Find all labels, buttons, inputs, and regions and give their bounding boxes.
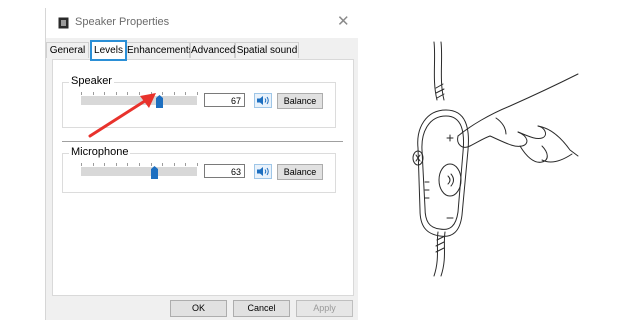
speaker-properties-icon: [58, 17, 69, 29]
usb-headset-remote-illustration: [412, 41, 579, 277]
speaker-volume-icon[interactable]: [254, 93, 272, 108]
slider-tick: [116, 163, 117, 166]
ok-button[interactable]: OK: [170, 300, 227, 317]
apply-button[interactable]: Apply: [296, 300, 353, 317]
microphone-level-value[interactable]: 63: [204, 164, 245, 178]
tab-enhancements[interactable]: Enhancements: [126, 42, 194, 58]
microphone-group: Microphone 63 Balance: [62, 146, 336, 193]
cancel-button[interactable]: Cancel: [233, 300, 290, 317]
slider-tick: [162, 163, 163, 166]
slider-tick: [127, 163, 128, 166]
slider-tick: [104, 163, 105, 166]
arrow-annotation: [88, 93, 156, 138]
slider-tick: [185, 92, 186, 95]
slider-tick: [93, 163, 94, 166]
close-icon[interactable]: ✕: [337, 14, 350, 29]
tab-levels[interactable]: Levels: [90, 40, 127, 61]
tab-spatial-sound[interactable]: Spatial sound: [235, 42, 299, 58]
title-bar: Speaker Properties ✕: [46, 8, 358, 38]
slider-tick: [174, 163, 175, 166]
microphone-mute-icon[interactable]: [254, 164, 272, 179]
window-title: Speaker Properties: [75, 16, 170, 28]
slider-tick: [197, 163, 198, 166]
microphone-slider-thumb[interactable]: [151, 166, 158, 179]
speaker-properties-dialog: Speaker Properties ✕ General Levels Enha…: [45, 8, 358, 320]
slider-tick: [139, 163, 140, 166]
microphone-label: Microphone: [69, 146, 131, 158]
slider-tick: [185, 163, 186, 166]
microphone-level-slider[interactable]: [81, 167, 197, 176]
slider-tick: [151, 163, 152, 166]
tab-advanced[interactable]: Advanced: [190, 42, 235, 58]
slider-tick: [81, 92, 82, 95]
slider-tick: [174, 92, 175, 95]
slider-tick: [81, 163, 82, 166]
slider-tick: [197, 92, 198, 95]
speaker-level-value[interactable]: 67: [204, 93, 245, 107]
speaker-balance-button[interactable]: Balance: [277, 93, 323, 109]
microphone-balance-button[interactable]: Balance: [277, 164, 323, 180]
tab-general[interactable]: General: [46, 42, 89, 58]
